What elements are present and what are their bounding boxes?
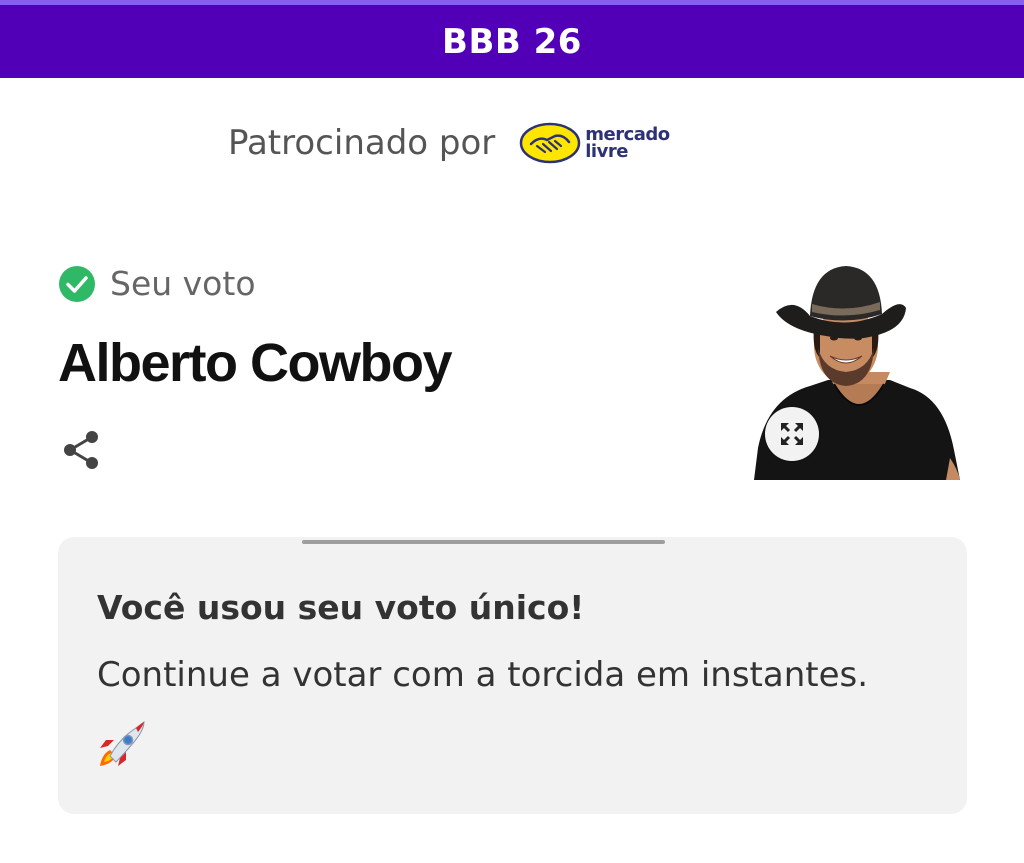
candidate-name: Alberto Cowboy [58,333,453,393]
sponsor-banner: Patrocinado por mercado livre [228,112,670,174]
rocket-icon [100,720,145,766]
notice-title: Você usou seu voto único! [97,588,585,627]
check-circle-icon [59,265,95,302]
expand-icon [781,423,803,445]
mercado-livre-logo: mercado livre [519,122,670,164]
mercado-livre-wordmark: mercado livre [585,126,670,162]
sponsor-label: Patrocinado por [228,123,496,163]
vote-label: Seu voto [110,264,256,303]
handshake-icon [520,122,581,164]
notice-text: Continue a votar com a torcida em instan… [97,655,869,695]
share-icon[interactable] [60,428,104,472]
expand-photo-button[interactable] [765,407,819,461]
logo-line-2: livre [585,141,628,162]
top-bar: BBB 26 [0,0,1024,78]
drag-handle[interactable] [302,540,665,544]
page-title: BBB 26 [442,21,582,62]
vote-status: Seu voto [58,264,256,303]
